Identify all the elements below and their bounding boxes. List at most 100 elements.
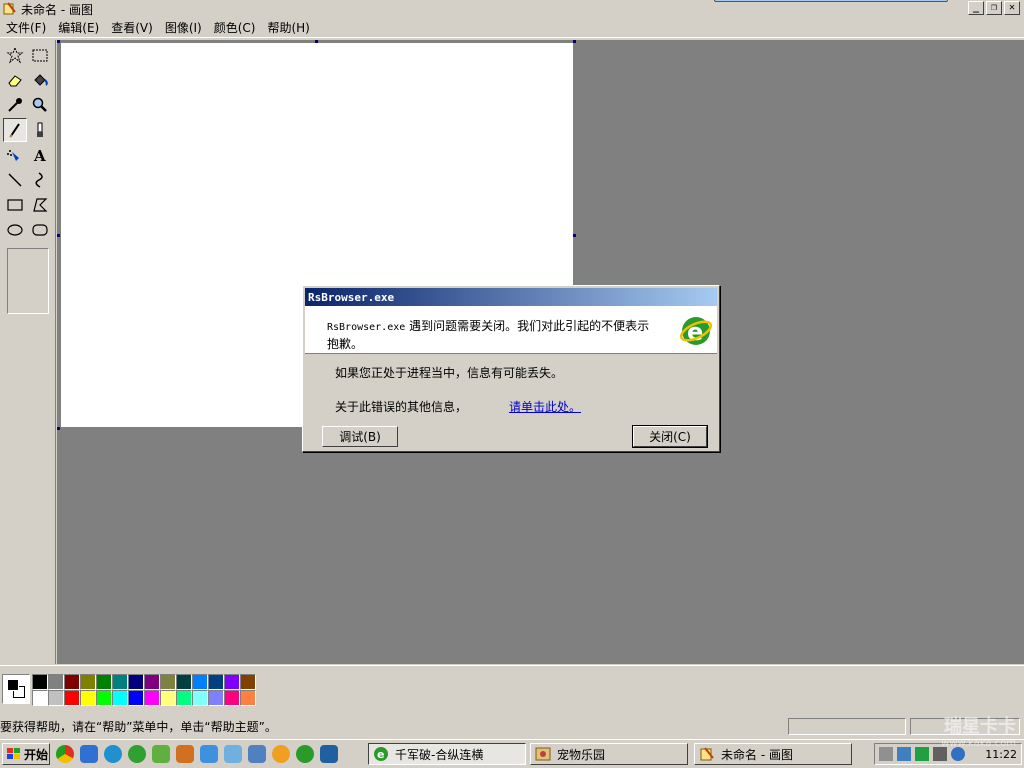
color-swatch[interactable] <box>80 674 96 690</box>
tool-brush[interactable] <box>28 118 52 142</box>
tool-rounded-rect[interactable] <box>28 218 52 242</box>
color-swatch[interactable] <box>32 674 48 690</box>
color-swatch[interactable] <box>96 690 112 706</box>
windows-logo-icon <box>7 748 20 759</box>
menu-image[interactable]: 图像(I) <box>159 19 208 36</box>
color-swatch[interactable] <box>208 674 224 690</box>
window-title: 未命名 - 画图 <box>21 2 93 17</box>
close-button[interactable]: 关闭(C) <box>632 425 708 448</box>
volume-icon[interactable] <box>933 747 947 761</box>
resize-handle-right[interactable] <box>573 234 576 237</box>
dialog-more-info-link[interactable]: 请单击此处。 <box>509 398 581 415</box>
menu-help[interactable]: 帮助(H) <box>261 19 315 36</box>
start-label: 开始 <box>24 747 49 762</box>
browser-icon[interactable] <box>104 745 122 763</box>
color-swatch[interactable] <box>176 690 192 706</box>
chrome-icon[interactable] <box>56 745 74 763</box>
color-swatch[interactable] <box>48 690 64 706</box>
tool-eraser[interactable] <box>3 68 27 92</box>
pinwheel-icon[interactable] <box>80 745 98 763</box>
antivirus-icon[interactable] <box>915 747 929 761</box>
color-swatch[interactable] <box>80 690 96 706</box>
messenger-tray-icon[interactable] <box>951 747 965 761</box>
bird-icon[interactable] <box>224 745 242 763</box>
color-swatch[interactable] <box>112 690 128 706</box>
menu-edit[interactable]: 编辑(E) <box>52 19 105 36</box>
tool-rectangle[interactable] <box>3 193 27 217</box>
color-swatch[interactable] <box>144 674 160 690</box>
menu-colors[interactable]: 颜色(C) <box>208 19 262 36</box>
ie-icon[interactable] <box>296 745 314 763</box>
ie-green-icon[interactable] <box>128 745 146 763</box>
tool-ellipse[interactable] <box>3 218 27 242</box>
tool-free-select[interactable] <box>3 43 27 67</box>
curve-icon <box>35 172 43 188</box>
color-swatch[interactable] <box>64 674 80 690</box>
magnifier-icon <box>32 97 47 112</box>
tool-line[interactable] <box>3 168 27 192</box>
color-swatch[interactable] <box>224 690 240 706</box>
tool-pick-color[interactable] <box>3 93 27 117</box>
tool-polygon[interactable] <box>28 193 52 217</box>
color-swatches <box>32 674 256 706</box>
clock[interactable]: 11:22 <box>985 748 1017 761</box>
color-swatch[interactable] <box>96 674 112 690</box>
menu-view[interactable]: 查看(V) <box>105 19 159 36</box>
color-swatch[interactable] <box>128 690 144 706</box>
tool-pencil[interactable] <box>3 118 27 142</box>
fill-bucket-icon <box>34 74 48 86</box>
close-window-button[interactable]: ✕ <box>1004 1 1020 15</box>
color-palette <box>0 665 1024 713</box>
color-swatch[interactable] <box>112 674 128 690</box>
current-colors[interactable] <box>2 674 30 704</box>
rounded-rect-icon <box>32 224 48 236</box>
keyboard-icon[interactable] <box>879 747 893 761</box>
messenger-icon[interactable] <box>152 745 170 763</box>
pencil-icon <box>9 123 20 138</box>
color-swatch[interactable] <box>128 674 144 690</box>
tool-options-box[interactable] <box>7 248 49 314</box>
color-swatch[interactable] <box>176 674 192 690</box>
ie-logo-icon: e <box>679 317 713 346</box>
ie-icon: e <box>374 747 388 761</box>
star-select-icon <box>6 46 24 64</box>
color-swatch[interactable] <box>160 690 176 706</box>
network-icon[interactable] <box>897 747 911 761</box>
dialog-data-loss-note: 如果您正处于进程当中，信息有可能丢失。 <box>335 366 564 380</box>
desktop-icon[interactable] <box>320 745 338 763</box>
restore-button[interactable]: ❐ <box>986 1 1002 15</box>
tool-airbrush[interactable] <box>3 143 27 167</box>
qq-icon[interactable] <box>272 745 290 763</box>
color-swatch[interactable] <box>48 674 64 690</box>
task-button-pet[interactable]: 宠物乐园 <box>530 743 688 765</box>
task-button-paint[interactable]: 未命名 - 画图 <box>694 743 852 765</box>
task-button-game[interactable]: e 千军破-合纵连横 <box>368 743 526 765</box>
tool-magnifier[interactable] <box>28 93 52 117</box>
color-swatch[interactable] <box>160 674 176 690</box>
tool-fill[interactable] <box>28 68 52 92</box>
color-swatch[interactable] <box>192 674 208 690</box>
tool-text[interactable]: A <box>28 143 52 167</box>
menu-file[interactable]: 文件(F) <box>0 19 52 36</box>
task-label: 千军破-合纵连横 <box>395 747 484 762</box>
color-swatch[interactable] <box>240 690 256 706</box>
lion-icon[interactable] <box>176 745 194 763</box>
start-button[interactable]: 开始 <box>2 743 50 765</box>
color-swatch[interactable] <box>64 690 80 706</box>
color-swatch[interactable] <box>32 690 48 706</box>
minimize-button[interactable]: _ <box>968 1 984 15</box>
tool-curve[interactable] <box>28 168 52 192</box>
tool-rect-select[interactable] <box>28 43 52 67</box>
color-swatch[interactable] <box>224 674 240 690</box>
color-swatch[interactable] <box>192 690 208 706</box>
toolbox: A <box>0 40 56 664</box>
color-swatch[interactable] <box>208 690 224 706</box>
paint-app-icon <box>3 2 16 15</box>
color-swatch[interactable] <box>144 690 160 706</box>
gear-icon[interactable] <box>248 745 266 763</box>
color-swatch[interactable] <box>240 674 256 690</box>
dialog-title-bar[interactable]: RsBrowser.exe <box>305 288 717 306</box>
debug-button[interactable]: 调试(B) <box>322 426 398 447</box>
tool-grid: A <box>3 43 52 242</box>
shield-icon[interactable] <box>200 745 218 763</box>
